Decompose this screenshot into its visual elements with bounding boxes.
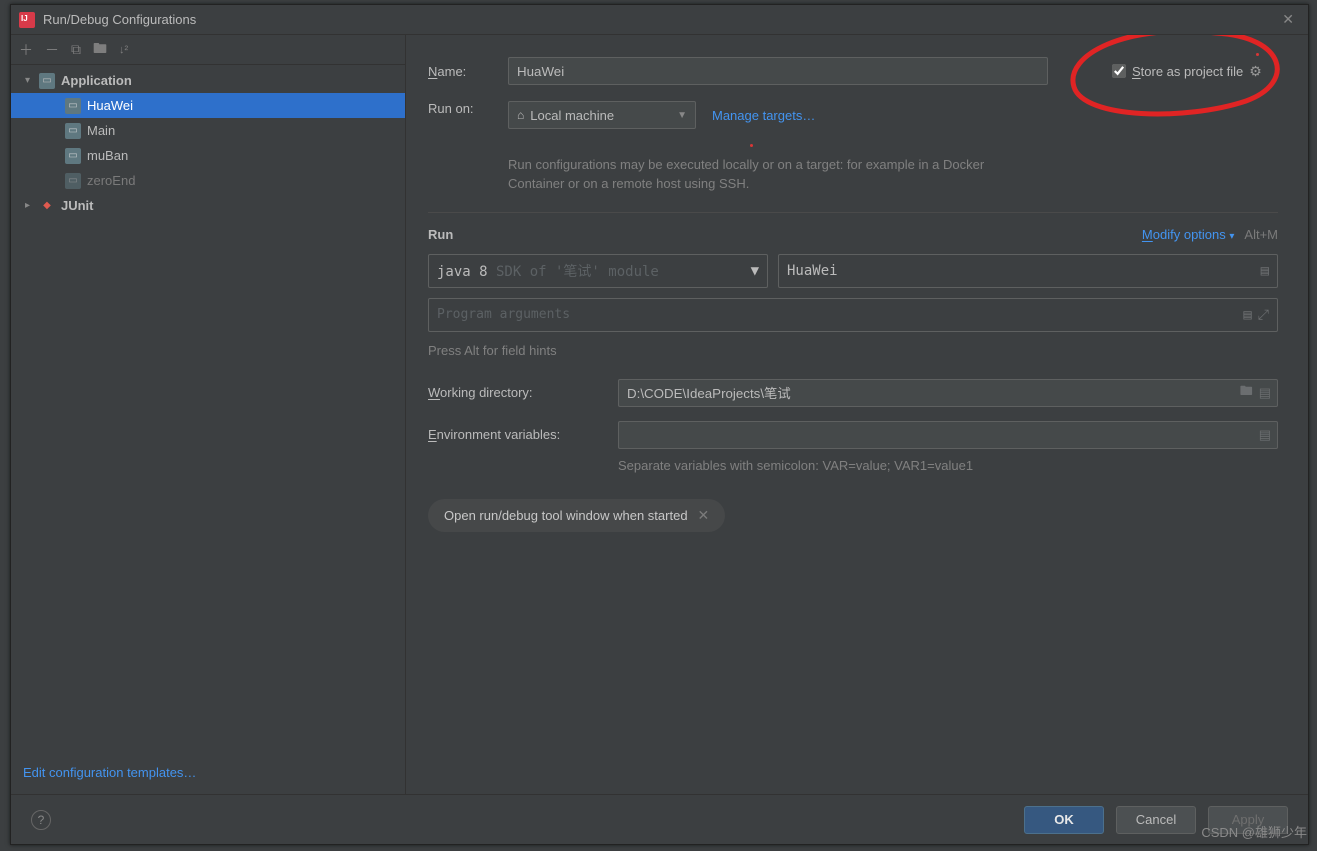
run-on-label: Run on:	[428, 101, 494, 116]
modify-options-shortcut: Alt+M	[1244, 227, 1278, 242]
name-label: Name:	[428, 64, 494, 79]
edit-templates-link[interactable]: Edit configuration templates…	[23, 765, 196, 780]
list-icon[interactable]: ▤	[1259, 427, 1271, 443]
config-tree: ▾ ▭ Application ▭ HuaWei ▭ Main ▭ muBan	[11, 65, 405, 751]
home-icon: ⌂	[517, 108, 524, 122]
dialog-footer: ? OK Cancel Apply	[11, 794, 1308, 844]
junit-icon: ◆	[39, 198, 55, 214]
run-on-select[interactable]: ⌂ Local machine ▼	[508, 101, 696, 129]
list-icon[interactable]: ▤	[1243, 307, 1251, 323]
class-icon: ▭	[65, 98, 81, 114]
option-chip-open-tool-window[interactable]: Open run/debug tool window when started …	[428, 499, 725, 532]
browse-icon[interactable]: 🖿	[1240, 382, 1253, 404]
annotation-dot	[1256, 53, 1259, 56]
tree-node-label: JUnit	[61, 198, 94, 213]
list-icon[interactable]: ▤	[1261, 263, 1269, 279]
tree-node-label: Application	[61, 73, 132, 88]
main-panel: Name: Store as project file ⚙ Run on: ⌂	[406, 35, 1308, 794]
expand-icon[interactable]: ⤢	[1258, 307, 1269, 323]
sidebar: ＋ － ⧉ 🖿 ↓² ▾ ▭ Application ▭ HuaWei ▭	[11, 35, 406, 794]
tree-item-zeroend[interactable]: ▭ zeroEnd	[11, 168, 405, 193]
chevron-right-icon: ▸	[25, 200, 39, 211]
tree-item-huawei[interactable]: ▭ HuaWei	[11, 93, 405, 118]
class-icon: ▭	[65, 123, 81, 139]
tree-node-junit[interactable]: ▸ ◆ JUnit	[11, 193, 405, 218]
class-icon: ▭	[65, 173, 81, 189]
app-icon	[19, 12, 35, 28]
working-dir-input[interactable]	[618, 379, 1234, 407]
tree-item-muban[interactable]: ▭ muBan	[11, 143, 405, 168]
cancel-button[interactable]: Cancel	[1116, 806, 1196, 834]
gear-icon[interactable]: ⚙	[1249, 63, 1262, 80]
env-vars-input[interactable]	[618, 421, 1253, 449]
jdk-select[interactable]: java 8 SDK of '笔试' module ▼	[428, 254, 768, 288]
application-icon: ▭	[39, 73, 55, 89]
add-icon[interactable]: ＋	[19, 40, 33, 60]
name-input[interactable]	[508, 57, 1048, 85]
env-vars-hint: Separate variables with semicolon: VAR=v…	[618, 457, 1278, 476]
run-on-hint: Run configurations may be executed local…	[508, 156, 1028, 194]
annotation-dot	[750, 144, 753, 147]
remove-chip-icon[interactable]: ✕	[698, 507, 710, 524]
tree-item-label: muBan	[87, 148, 128, 163]
sidebar-toolbar: ＋ － ⧉ 🖿 ↓²	[11, 35, 405, 65]
modify-options-link[interactable]: Modify options ▾	[1142, 227, 1234, 242]
chevron-down-icon: ▼	[677, 110, 687, 121]
store-checkbox-input[interactable]	[1112, 64, 1126, 78]
watermark: CSDN @雄狮少年	[1201, 822, 1307, 841]
titlebar: Run/Debug Configurations ✕	[11, 5, 1308, 35]
run-section-title: Run	[428, 227, 453, 242]
remove-icon[interactable]: －	[45, 40, 59, 60]
ok-button[interactable]: OK	[1024, 806, 1104, 834]
tree-item-label: HuaWei	[87, 98, 133, 113]
manage-targets-link[interactable]: Manage targets…	[712, 108, 815, 123]
env-vars-label: Environment variables:	[428, 427, 598, 442]
tree-item-main[interactable]: ▭ Main	[11, 118, 405, 143]
class-icon: ▭	[65, 148, 81, 164]
tree-item-label: zeroEnd	[87, 173, 135, 188]
chevron-down-icon: ▾	[25, 75, 39, 86]
list-icon[interactable]: ▤	[1259, 385, 1271, 401]
tree-node-application[interactable]: ▾ ▭ Application	[11, 68, 405, 93]
chevron-down-icon: ▼	[751, 263, 759, 279]
copy-icon[interactable]: ⧉	[71, 41, 81, 58]
run-on-value: Local machine	[530, 108, 614, 123]
store-as-project-file-checkbox[interactable]: Store as project file ⚙	[1112, 63, 1262, 80]
dialog-title: Run/Debug Configurations	[43, 12, 196, 27]
working-dir-label: Working directory:	[428, 385, 598, 400]
field-hints-text: Press Alt for field hints	[428, 342, 1278, 361]
program-arguments-input[interactable]: Program arguments ▤ ⤢	[428, 298, 1278, 332]
tree-item-label: Main	[87, 123, 115, 138]
main-class-input[interactable]: HuaWei ▤	[778, 254, 1278, 288]
folder-icon[interactable]: 🖿	[93, 38, 107, 62]
sort-icon[interactable]: ↓²	[119, 44, 128, 56]
close-icon[interactable]: ✕	[1276, 9, 1300, 30]
help-icon[interactable]: ?	[31, 810, 51, 830]
